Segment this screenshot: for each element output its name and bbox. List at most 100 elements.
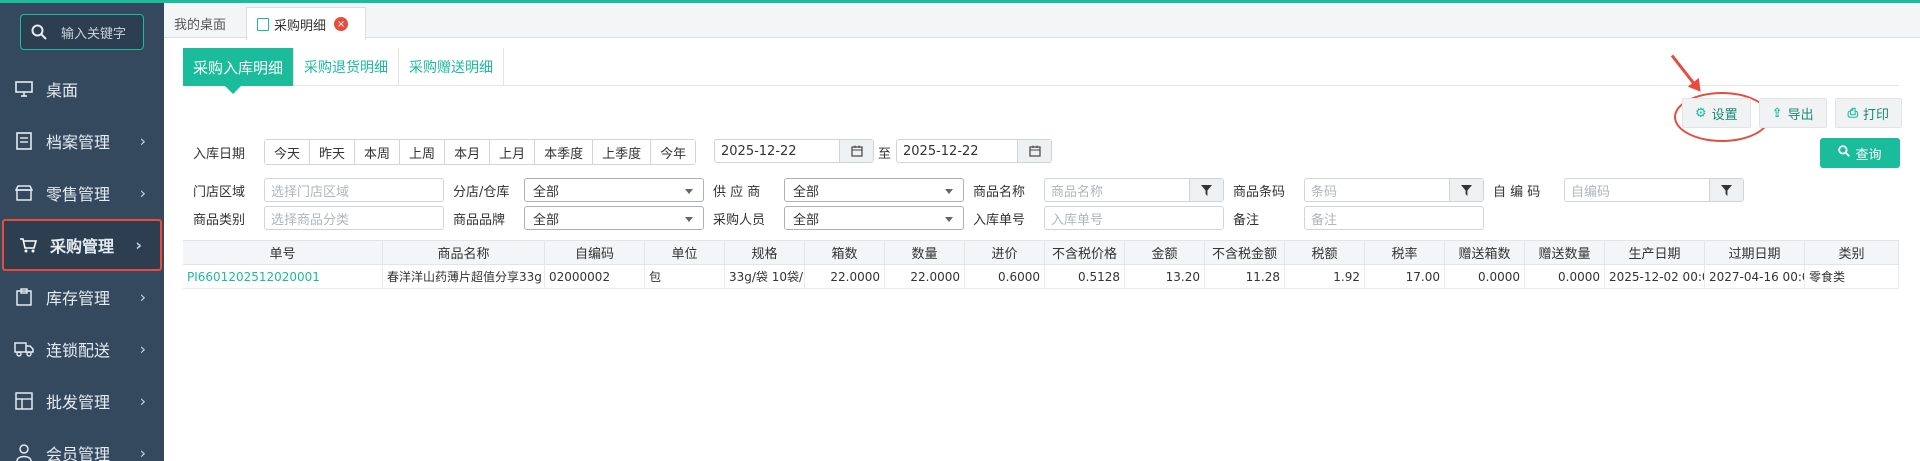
product-name-placeholder: 商品名称 — [1051, 184, 1104, 200]
tab-home[interactable]: 我的桌面 — [164, 7, 244, 40]
sidebar-item-inventory[interactable]: 库存管理 › — [0, 271, 164, 323]
date-from-input[interactable]: 2025-12-22 — [714, 139, 874, 163]
supplier-select[interactable]: 全部 — [784, 178, 964, 202]
print-button[interactable]: ⎙ 打印 — [1834, 98, 1903, 128]
sidebar-item-desktop[interactable]: 桌面 — [0, 63, 164, 115]
column-header[interactable]: 类别 — [1805, 241, 1899, 265]
date-to-input[interactable]: 2025-12-22 — [896, 139, 1052, 163]
buyer-value: 全部 — [793, 212, 820, 228]
range-last-week[interactable]: 上周 — [400, 140, 446, 164]
column-header[interactable]: 数量 — [885, 241, 965, 265]
region-placeholder: 选择门店区域 — [271, 184, 350, 200]
column-header[interactable]: 不含税金额 — [1205, 241, 1285, 265]
filter-icon[interactable] — [1449, 179, 1483, 201]
retail-icon — [14, 183, 34, 203]
barcode-input[interactable]: 条码 — [1304, 178, 1484, 202]
column-header[interactable]: 进价 — [965, 241, 1045, 265]
table-cell: 2025-12-02 00:0 — [1605, 265, 1705, 289]
column-header[interactable]: 过期日期 — [1705, 241, 1805, 265]
export-icon: ⇪ — [1771, 105, 1783, 121]
table-cell: 0.0000 — [1445, 265, 1525, 289]
product-name-input[interactable]: 商品名称 — [1044, 178, 1224, 202]
range-this-week[interactable]: 本周 — [355, 140, 401, 164]
order-label: 入库单号 — [973, 213, 1026, 228]
tab-purchase-gift[interactable]: 采购赠送明细 — [399, 48, 505, 86]
table-cell: 02000002 — [545, 265, 645, 289]
column-header[interactable]: 商品名称 — [383, 241, 545, 265]
calendar-icon[interactable] — [839, 140, 873, 162]
tab-purchase-inbound[interactable]: 采购入库明细 — [183, 48, 295, 94]
range-last-month[interactable]: 上月 — [490, 140, 536, 164]
column-header[interactable]: 箱数 — [805, 241, 885, 265]
sidebar-item-label: 连锁配送 — [46, 341, 111, 360]
table-row[interactable]: PI6601202512020001 春洋洋山药薄片超值分享33g 020000… — [183, 265, 1899, 289]
table-cell: 包 — [645, 265, 725, 289]
sidebar-search-input[interactable]: 输入关键字 — [20, 14, 144, 50]
range-today[interactable]: 今天 — [265, 140, 311, 164]
tab-label: 采购明细 — [274, 18, 327, 34]
table-header: 单号 商品名称 自编码 单位 规格 箱数 数量 进价 不含税价格 金额 不含税金… — [183, 241, 1899, 265]
settings-button[interactable]: ⚙ 设置 — [1682, 98, 1751, 128]
range-yesterday[interactable]: 昨天 — [310, 140, 356, 164]
sidebar-item-distribution[interactable]: 连锁配送 › — [0, 323, 164, 375]
column-header[interactable]: 税率 — [1365, 241, 1445, 265]
purchase-icon — [18, 235, 38, 255]
column-header[interactable]: 不含税价格 — [1045, 241, 1125, 265]
order-input[interactable]: 入库单号 — [1044, 206, 1224, 230]
toolbar: ⚙ 设置 ⇪ 导出 ⎙ 打印 — [1674, 98, 1903, 130]
inventory-icon — [14, 287, 34, 307]
column-header[interactable]: 单号 — [183, 241, 383, 265]
detail-table: 单号 商品名称 自编码 单位 规格 箱数 数量 进价 不含税价格 金额 不含税金… — [183, 240, 1899, 289]
sub-tabs: 采购入库明细 采购退货明细 采购赠送明细 — [183, 48, 1899, 94]
range-last-quarter[interactable]: 上季度 — [593, 140, 652, 164]
table-cell: 13.20 — [1125, 265, 1205, 289]
column-header[interactable]: 规格 — [725, 241, 805, 265]
store-select[interactable]: 全部 — [524, 178, 704, 202]
buyer-select[interactable]: 全部 — [784, 206, 964, 230]
brand-select[interactable]: 全部 — [524, 206, 704, 230]
sidebar-nav: 桌面 档案管理 › 零售管理 › 采购管理 › 库存管理 › 连锁配送 › 批发… — [0, 63, 164, 461]
close-icon[interactable]: × — [334, 17, 349, 31]
column-header[interactable]: 单位 — [645, 241, 725, 265]
sidebar-item-archive[interactable]: 档案管理 › — [0, 115, 164, 167]
print-icon: ⎙ — [1847, 105, 1858, 121]
filter-icon[interactable] — [1709, 179, 1743, 201]
column-header[interactable]: 赠送箱数 — [1445, 241, 1525, 265]
caret-down-icon — [945, 189, 953, 194]
sidebar-item-members[interactable]: 会员管理 › — [0, 427, 164, 461]
sidebar-item-wholesale[interactable]: 批发管理 › — [0, 375, 164, 427]
table-cell: 17.00 — [1365, 265, 1445, 289]
chevron-right-icon: › — [135, 235, 142, 255]
export-button[interactable]: ⇪ 导出 — [1758, 98, 1827, 128]
range-this-quarter[interactable]: 本季度 — [535, 140, 594, 164]
main-content: 采购入库明细 采购退货明细 采购赠送明细 ⚙ 设置 ⇪ 导出 ⎙ 打印 查询 入库日期… — [164, 38, 1920, 461]
selfcode-input[interactable]: 自编码 — [1564, 178, 1744, 202]
column-header[interactable]: 自编码 — [545, 241, 645, 265]
query-button[interactable]: 查询 — [1820, 138, 1900, 168]
category-input[interactable]: 选择商品分类 — [264, 206, 444, 230]
region-input[interactable]: 选择门店区域 — [264, 178, 444, 202]
page-tab-bar: 我的桌面 采购明细 × — [164, 0, 1920, 40]
column-header[interactable]: 赠送数量 — [1525, 241, 1605, 265]
sidebar-item-label: 采购管理 — [50, 237, 115, 256]
column-header[interactable]: 生产日期 — [1605, 241, 1705, 265]
range-this-month[interactable]: 本月 — [445, 140, 491, 164]
sidebar-item-retail[interactable]: 零售管理 › — [0, 167, 164, 219]
remark-input[interactable]: 备注 — [1304, 206, 1484, 230]
date-label: 入库日期 — [193, 147, 246, 162]
product-name-label: 商品名称 — [973, 185, 1026, 200]
column-header[interactable]: 税额 — [1285, 241, 1365, 265]
range-this-year[interactable]: 今年 — [651, 140, 696, 164]
column-header[interactable]: 金额 — [1125, 241, 1205, 265]
region-label: 门店区域 — [193, 185, 246, 200]
category-placeholder: 选择商品分类 — [271, 212, 350, 228]
sidebar-item-purchase[interactable]: 采购管理 › — [2, 219, 162, 271]
remark-placeholder: 备注 — [1311, 212, 1338, 228]
calendar-icon[interactable] — [1017, 140, 1051, 162]
truck-icon — [14, 339, 34, 359]
filter-icon[interactable] — [1189, 179, 1223, 201]
tab-purchase-return[interactable]: 采购退货明细 — [294, 48, 400, 86]
tab-purchase-detail[interactable]: 采购明细 × — [246, 7, 366, 40]
search-icon — [1838, 145, 1851, 161]
order-number-link[interactable]: PI6601202512020001 — [183, 265, 383, 289]
